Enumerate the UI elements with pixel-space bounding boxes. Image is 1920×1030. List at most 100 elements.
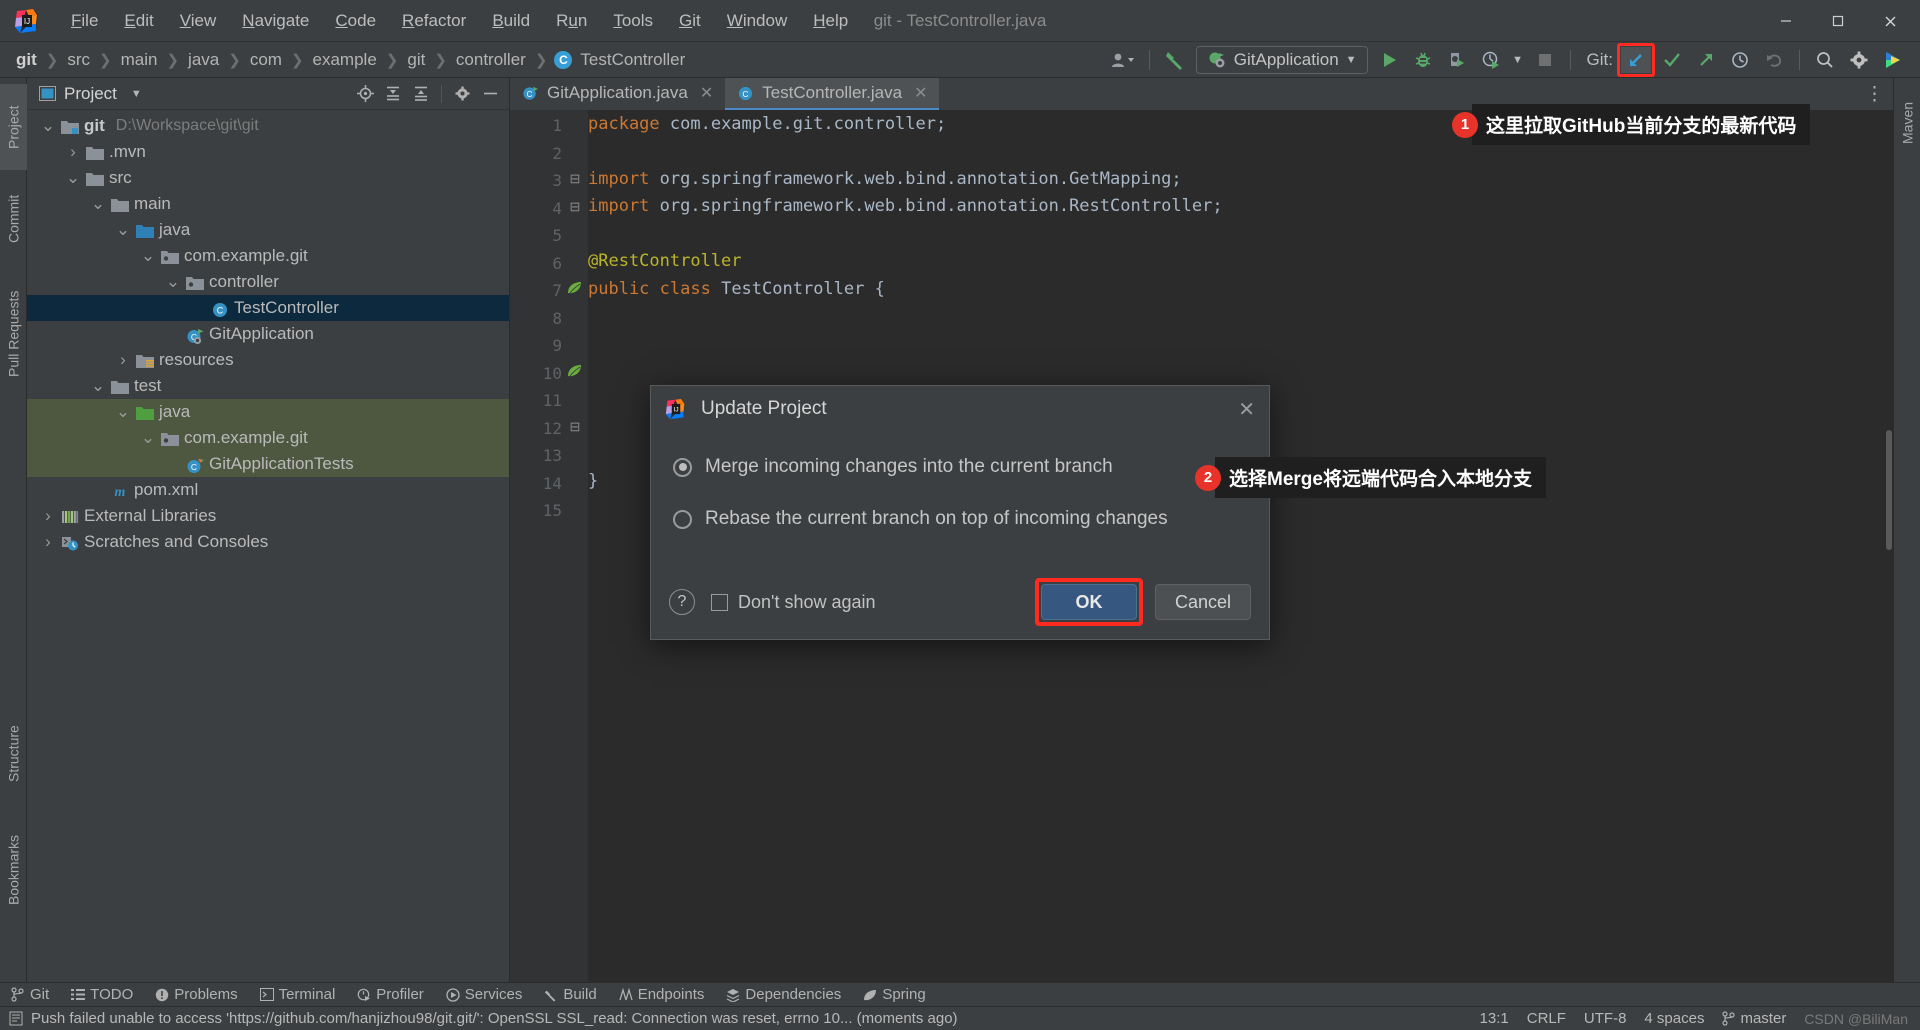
git-history-icon[interactable] [1723, 45, 1757, 75]
sidebar-item-structure[interactable]: Structure [0, 706, 27, 802]
settings-gear-icon[interactable] [1842, 45, 1876, 75]
tree-item-main[interactable]: ⌄ main [27, 191, 509, 217]
chevron-down-icon[interactable]: ▼ [131, 88, 142, 100]
tool-window-terminal[interactable]: Terminal [249, 986, 347, 1003]
menu-navigate[interactable]: Navigate [229, 7, 322, 35]
menu-tools[interactable]: Tools [600, 7, 666, 35]
menu-git[interactable]: Git [666, 7, 714, 35]
close-icon[interactable]: ✕ [914, 83, 927, 103]
code-line[interactable] [588, 303, 1893, 331]
chevron-down-icon[interactable]: ⌄ [64, 168, 82, 188]
event-log-icon[interactable] [9, 1011, 23, 1026]
chevron-down-icon[interactable]: ⌄ [164, 272, 182, 292]
chevron-right-icon[interactable]: › [39, 506, 57, 526]
tree-item-com-example-git[interactable]: ⌄ com.example.git [27, 243, 509, 269]
tree-item-test[interactable]: ⌄ test [27, 373, 509, 399]
menu-run[interactable]: Run [543, 7, 600, 35]
run-with-coverage-icon[interactable] [1440, 45, 1474, 75]
collapse-all-icon[interactable] [408, 81, 434, 107]
code-line[interactable]: public class TestController { [588, 275, 1893, 303]
code-fold-icon[interactable]: ⊟ [566, 199, 584, 215]
code-fold-icon[interactable]: ⊟ [566, 171, 584, 187]
chevron-right-icon[interactable]: › [64, 142, 82, 162]
chevron-right-icon[interactable]: › [114, 350, 132, 370]
menu-window[interactable]: Window [714, 7, 800, 35]
close-button[interactable] [1864, 0, 1916, 42]
code-fold-icon[interactable]: ⊟ [566, 419, 584, 435]
indent-setting[interactable]: 4 spaces [1644, 1010, 1704, 1027]
chevron-down-icon[interactable]: ⌄ [139, 428, 157, 448]
help-icon[interactable]: ? [669, 589, 695, 615]
close-icon[interactable]: ✕ [700, 83, 713, 103]
tree-item-git[interactable]: ⌄ git D:\Workspace\git\git [27, 113, 509, 139]
caret-position[interactable]: 13:1 [1480, 1010, 1509, 1027]
close-icon[interactable]: ✕ [1238, 397, 1255, 422]
dont-show-again-checkbox[interactable] [711, 593, 728, 611]
tree-item--mvn[interactable]: › .mvn [27, 139, 509, 165]
chevron-down-icon[interactable]: ⌄ [114, 220, 132, 240]
tool-window-endpoints[interactable]: Endpoints [608, 986, 716, 1003]
menu-code[interactable]: Code [322, 7, 389, 35]
project-tree[interactable]: ⌄ git D:\Workspace\git\git › .mvn ⌄ src ⌄ main ⌄ j… [27, 110, 509, 555]
tool-window-services[interactable]: Services [435, 986, 534, 1003]
line-separator[interactable]: CRLF [1527, 1010, 1566, 1027]
radio-rebase-icon[interactable] [673, 509, 692, 529]
tree-item-com-example-git[interactable]: ⌄ com.example.git [27, 425, 509, 451]
chevron-down-icon[interactable]: ⌄ [114, 402, 132, 422]
chevron-down-icon[interactable]: ⌄ [39, 116, 57, 136]
locate-icon[interactable] [352, 81, 378, 107]
chevron-down-icon[interactable]: ▼ [1346, 54, 1357, 66]
tree-item-gitapplicationtests[interactable]: C GitApplicationTests [27, 451, 509, 477]
breadcrumb-item-0[interactable]: git [14, 50, 39, 70]
ai-assistant-icon[interactable] [1876, 45, 1910, 75]
tree-item-src[interactable]: ⌄ src [27, 165, 509, 191]
editor-tab-testcontroller[interactable]: C TestController.java ✕ [725, 78, 940, 110]
editor-tab-gitapplication[interactable]: C GitApplication.java ✕ [510, 78, 725, 110]
tool-window-profiler[interactable]: Profiler [346, 986, 435, 1003]
tree-item-java[interactable]: ⌄ java [27, 217, 509, 243]
tool-window-git[interactable]: Git [0, 986, 60, 1003]
tree-item-resources[interactable]: › resources [27, 347, 509, 373]
profiler-dropdown-icon[interactable]: ▼ [1508, 45, 1528, 75]
file-encoding[interactable]: UTF-8 [1584, 1010, 1627, 1027]
tree-item-scratches-and-consoles[interactable]: › Scratches and Consoles [27, 529, 509, 555]
menu-file[interactable]: File [58, 7, 111, 35]
chevron-down-icon[interactable]: ⌄ [89, 376, 107, 396]
editor-scrollbar-thumb[interactable] [1886, 430, 1892, 550]
tree-item-testcontroller[interactable]: C TestController [27, 295, 509, 321]
tree-item-external-libraries[interactable]: › External Libraries [27, 503, 509, 529]
settings-gear-icon[interactable] [449, 81, 475, 107]
breadcrumb-item-3[interactable]: java [186, 50, 221, 70]
run-icon[interactable] [1372, 45, 1406, 75]
sidebar-item-bookmarks[interactable]: Bookmarks [0, 818, 27, 922]
code-line[interactable]: import org.springframework.web.bind.anno… [588, 193, 1893, 221]
debug-icon[interactable] [1406, 45, 1440, 75]
chevron-right-icon[interactable]: › [39, 532, 57, 552]
git-push-icon[interactable] [1689, 45, 1723, 75]
tool-window-dependencies[interactable]: Dependencies [715, 986, 852, 1003]
cancel-button[interactable]: Cancel [1155, 584, 1251, 620]
sidebar-item-commit[interactable]: Commit [0, 178, 27, 260]
menu-refactor[interactable]: Refactor [389, 7, 479, 35]
chevron-down-icon[interactable]: ⌄ [89, 194, 107, 214]
git-commit-icon[interactable] [1655, 45, 1689, 75]
tree-item-controller[interactable]: ⌄ controller [27, 269, 509, 295]
tree-item-pom-xml[interactable]: m pom.xml [27, 477, 509, 503]
ok-button[interactable]: OK [1041, 584, 1137, 620]
code-line[interactable]: @RestController [588, 248, 1893, 276]
sidebar-item-project[interactable]: Project [0, 84, 27, 170]
profiler-icon[interactable] [1474, 45, 1508, 75]
code-line[interactable] [588, 330, 1893, 358]
spring-bean-gutter-icon[interactable] [566, 280, 584, 297]
git-update-icon[interactable] [1621, 46, 1651, 73]
sidebar-item-pull-requests[interactable]: Pull Requests [0, 270, 27, 398]
tool-window-problems[interactable]: Problems [144, 986, 248, 1003]
hide-panel-icon[interactable] [477, 81, 503, 107]
radio-option-merge[interactable]: Merge incoming changes into the current … [673, 448, 1247, 486]
git-branch-widget[interactable]: master [1722, 1010, 1786, 1027]
menu-build[interactable]: Build [479, 7, 543, 35]
code-line[interactable] [588, 220, 1893, 248]
tool-window-build[interactable]: Build [533, 986, 607, 1003]
minimize-button[interactable] [1760, 0, 1812, 42]
build-icon[interactable] [1158, 45, 1192, 75]
